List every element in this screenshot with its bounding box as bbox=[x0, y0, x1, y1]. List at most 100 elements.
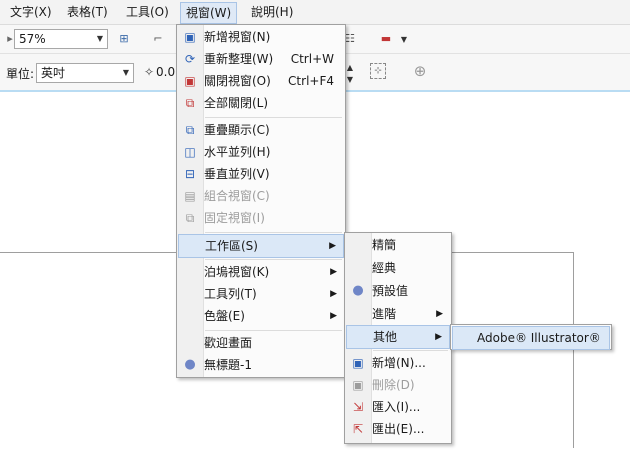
submenu-arrow-icon: ▶ bbox=[329, 241, 336, 251]
delete-workspace-icon: ▣ bbox=[352, 378, 364, 392]
duplicate-distance-icon[interactable]: ⊹ bbox=[370, 63, 386, 79]
menu-item-other[interactable]: 其他 ▶ bbox=[346, 325, 450, 349]
menu-item-label: 工作區(S) bbox=[205, 239, 258, 253]
menu-item-delete-workspace: ▣ 刪除(D) bbox=[346, 374, 450, 396]
menu-item-label: 重疊顯示(C) bbox=[204, 123, 270, 137]
menu-item-new-window[interactable]: ▣ 新增視窗(N) bbox=[178, 26, 344, 48]
menu-window[interactable]: 視窗(W) bbox=[180, 2, 238, 24]
menu-item-advanced[interactable]: 進階 ▶ bbox=[346, 303, 450, 325]
submenu-arrow-icon: ▶ bbox=[330, 311, 337, 321]
zoom-level-value: 57% bbox=[19, 32, 46, 46]
menu-item-untitled-1[interactable]: ● 無標題-1 bbox=[178, 354, 344, 376]
menu-item-dock-windows: ⧉ 固定視窗(I) bbox=[178, 207, 344, 229]
nudge-icon: ✧ bbox=[144, 65, 155, 79]
new-window-icon: ▣ bbox=[184, 30, 196, 44]
menu-separator bbox=[205, 259, 342, 260]
menu-item-label: 組合視窗(C) bbox=[204, 189, 270, 203]
menu-item-workspace[interactable]: 工作區(S) ▶ bbox=[178, 234, 344, 258]
menu-item-tile-horizontal[interactable]: ◫ 水平並列(H) bbox=[178, 141, 344, 163]
menu-item-label: 工具列(T) bbox=[204, 287, 257, 301]
launcher-icon[interactable]: ▬ bbox=[378, 31, 394, 47]
chevron-down-icon: ▼ bbox=[122, 68, 129, 77]
submenu-arrow-icon: ▶ bbox=[330, 289, 337, 299]
submenu-arrow-icon: ▶ bbox=[436, 309, 443, 319]
menu-item-classic[interactable]: 經典 bbox=[346, 257, 450, 279]
refresh-window-icon: ⟳ bbox=[184, 52, 196, 66]
menu-bar: 文字(X) 表格(T) 工具(O) 視窗(W) 說明(H) bbox=[0, 0, 630, 25]
menu-item-label: 匯入(I)... bbox=[372, 400, 421, 414]
tile-vertical-icon: ⊟ bbox=[184, 167, 196, 181]
menu-separator bbox=[205, 117, 342, 118]
menu-item-welcome-screen[interactable]: 歡迎畫面 bbox=[178, 332, 344, 354]
menu-item-label: 水平並列(H) bbox=[204, 145, 271, 159]
menu-table[interactable]: 表格(T) bbox=[62, 3, 113, 21]
window-menu: ▣ 新增視窗(N) ⟳ 重新整理(W) Ctrl+W ▣ 關閉視窗(O) Ctr… bbox=[176, 24, 346, 378]
menu-separator bbox=[205, 330, 342, 331]
menu-item-label: 全部關閉(L) bbox=[204, 96, 269, 110]
close-all-icon: ⧉ bbox=[185, 96, 195, 110]
menu-item-cascade[interactable]: ⧉ 重疊顯示(C) bbox=[178, 119, 344, 141]
menu-item-dockers[interactable]: 泊塢視窗(K) ▶ bbox=[178, 261, 344, 283]
menu-item-label: 重新整理(W) bbox=[204, 52, 274, 66]
document-bullet-icon: ● bbox=[184, 357, 196, 372]
import-icon: ⇲ bbox=[352, 400, 364, 414]
menu-item-label: 色盤(E) bbox=[204, 309, 245, 323]
menu-item-label: 垂直並列(V) bbox=[204, 167, 270, 181]
add-icon[interactable]: ⊕ bbox=[412, 63, 428, 79]
menu-item-default[interactable]: ● 預設值 bbox=[346, 280, 450, 302]
menu-item-label: 固定視窗(I) bbox=[204, 211, 265, 225]
menu-item-label: 匯出(E)... bbox=[372, 422, 425, 436]
workspace-submenu: 精簡 經典 ● 預設值 進階 ▶ 其他 ▶ ▣ 新增(N)... ▣ 刪除(D)… bbox=[344, 232, 452, 444]
menu-item-toolbars[interactable]: 工具列(T) ▶ bbox=[178, 283, 344, 305]
menu-item-adobe-illustrator[interactable]: Adobe® Illustrator® bbox=[452, 326, 610, 350]
menu-separator bbox=[205, 232, 342, 233]
close-window-icon: ▣ bbox=[184, 74, 196, 88]
menu-item-label: 預設值 bbox=[372, 284, 409, 298]
menu-item-label: 新增(N)... bbox=[372, 356, 426, 370]
menu-text[interactable]: 文字(X) bbox=[5, 3, 57, 21]
menu-item-close-all[interactable]: ⧉ 全部關閉(L) bbox=[178, 92, 344, 114]
menu-item-label: 新增視窗(N) bbox=[204, 30, 271, 44]
menu-help[interactable]: 說明(H) bbox=[246, 3, 298, 21]
menu-item-label: 經典 bbox=[372, 261, 397, 275]
menu-item-shortcut: Ctrl+F4 bbox=[288, 74, 334, 88]
menu-item-close-window[interactable]: ▣ 關閉視窗(O) Ctrl+F4 bbox=[178, 70, 344, 92]
new-workspace-icon: ▣ bbox=[352, 356, 364, 370]
units-label: 單位: bbox=[6, 67, 35, 81]
menu-item-label: 刪除(D) bbox=[372, 378, 415, 392]
menu-item-label: Adobe® Illustrator® bbox=[477, 331, 601, 345]
menu-item-color-palettes[interactable]: 色盤(E) ▶ bbox=[178, 305, 344, 327]
menu-item-shortcut: Ctrl+W bbox=[290, 52, 334, 66]
chevron-down-icon: ▼ bbox=[96, 34, 103, 43]
menu-item-export[interactable]: ⇱ 匯出(E)... bbox=[346, 418, 450, 440]
menu-item-label: 進階 bbox=[372, 307, 397, 321]
menu-item-label: 關閉視窗(O) bbox=[204, 74, 271, 88]
other-submenu: Adobe® Illustrator® bbox=[450, 324, 612, 350]
units-value: 英吋 bbox=[41, 66, 66, 80]
menu-item-label: 其他 bbox=[373, 330, 398, 344]
tile-horizontal-icon: ◫ bbox=[184, 145, 196, 159]
launcher-dropdown-icon[interactable]: ▼ bbox=[396, 32, 412, 48]
menu-item-combine-windows: ▤ 組合視窗(C) bbox=[178, 185, 344, 207]
cascade-icon: ⧉ bbox=[185, 123, 195, 137]
dock-windows-icon: ⧉ bbox=[185, 211, 195, 225]
menu-item-import[interactable]: ⇲ 匯入(I)... bbox=[346, 396, 450, 418]
menu-item-new-workspace[interactable]: ▣ 新增(N)... bbox=[346, 352, 450, 374]
page-border-right bbox=[573, 252, 574, 448]
menu-item-label: 歡迎畫面 bbox=[204, 336, 253, 350]
menu-item-label: 泊塢視窗(K) bbox=[204, 265, 270, 279]
export-icon: ⇱ bbox=[352, 422, 364, 436]
menu-separator bbox=[373, 350, 448, 351]
units-combo[interactable]: 英吋 ▼ bbox=[36, 63, 134, 83]
menu-item-tile-vertical[interactable]: ⊟ 垂直並列(V) bbox=[178, 163, 344, 185]
menu-item-lite[interactable]: 精簡 bbox=[346, 234, 450, 256]
zoom-tool-icon[interactable]: ⊞ bbox=[116, 31, 132, 47]
selected-bullet-icon: ● bbox=[352, 283, 364, 298]
menu-item-refresh-window[interactable]: ⟳ 重新整理(W) Ctrl+W bbox=[178, 48, 344, 70]
menu-item-label: 無標題-1 bbox=[204, 358, 252, 372]
submenu-arrow-icon: ▶ bbox=[330, 267, 337, 277]
snap-to-icon[interactable]: ⌐ bbox=[150, 31, 166, 47]
menu-item-label: 精簡 bbox=[372, 238, 397, 252]
menu-tools[interactable]: 工具(O) bbox=[121, 3, 174, 21]
zoom-level-combo[interactable]: 57% ▼ bbox=[14, 29, 108, 49]
